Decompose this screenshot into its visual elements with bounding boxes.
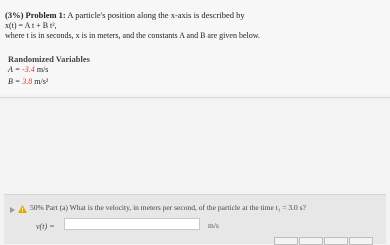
part-a-prompt: 50% Part (a) What is the velocity, in me… <box>30 203 306 212</box>
keypad-key[interactable] <box>324 237 348 245</box>
expand-arrow-icon[interactable] <box>10 207 15 213</box>
part-a-panel: 50% Part (a) What is the velocity, in me… <box>4 194 386 245</box>
warning-icon <box>18 205 27 213</box>
variable-b-value: 3.8 <box>22 77 33 86</box>
answer-input[interactable] <box>64 218 200 230</box>
keypad-key[interactable] <box>299 237 323 245</box>
variable-a: A = -3.4 m/s <box>8 65 49 74</box>
problem-statement: (3%) Problem 1: A particle's position al… <box>0 0 390 95</box>
problem-intro: A particle's position along the x-axis i… <box>67 10 245 20</box>
divider <box>0 97 390 98</box>
problem-number: Problem 1: <box>25 10 66 20</box>
keypad-key[interactable] <box>349 237 373 245</box>
problem-heading: (3%) Problem 1: A particle's position al… <box>5 10 245 20</box>
variable-a-value: -3.4 <box>22 65 35 74</box>
randomized-variables-title: Randomized Variables <box>8 54 90 64</box>
position-equation: x(t) = A t + B t², <box>5 21 57 30</box>
keypad-key[interactable] <box>274 237 298 245</box>
answer-label: v(t) = <box>36 222 55 231</box>
problem-where-text: where t is in seconds, x is in meters, a… <box>5 31 260 40</box>
variable-b: B = 3.8 m/s² <box>8 77 49 86</box>
answer-unit: m/s <box>208 221 219 230</box>
problem-weight: (3%) <box>5 10 24 20</box>
